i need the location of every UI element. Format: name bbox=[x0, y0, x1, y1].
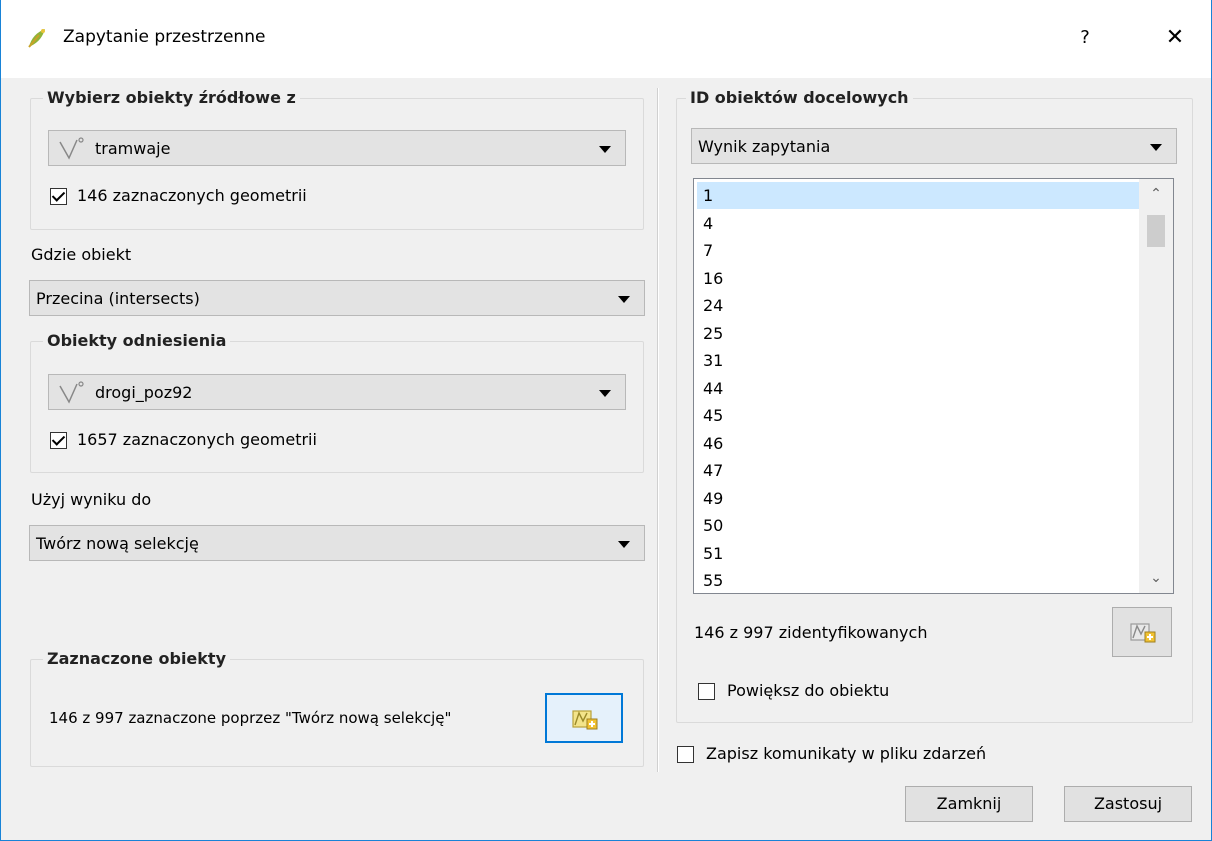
list-item[interactable]: 7 bbox=[697, 237, 1139, 264]
target-ids-source-combo[interactable]: Wynik zapytania bbox=[691, 128, 1177, 164]
selected-features-text: 146 z 997 zaznaczone poprzez "Twórz nową… bbox=[49, 709, 452, 727]
select-features-icon bbox=[1130, 623, 1156, 643]
list-item[interactable]: 47 bbox=[697, 457, 1139, 484]
close-button[interactable]: Zamknij bbox=[905, 786, 1033, 822]
dialog-window: Zapytanie przestrzenne ? ✕ Wybierz obiek… bbox=[0, 0, 1212, 841]
reference-selected-only-checkbox[interactable] bbox=[50, 432, 67, 449]
chevron-down-icon bbox=[618, 296, 630, 303]
source-selected-only-checkbox[interactable] bbox=[50, 188, 67, 205]
window-title: Zapytanie przestrzenne bbox=[63, 27, 266, 47]
list-item[interactable]: 50 bbox=[697, 512, 1139, 539]
log-messages-checkbox[interactable] bbox=[677, 746, 694, 763]
select-identified-button[interactable] bbox=[1112, 607, 1172, 657]
target-ids-list[interactable]: 1 4 7 16 24 25 31 44 45 46 47 49 50 51 55 ⌃ ⌄ bbox=[693, 178, 1174, 594]
list-item[interactable]: 45 bbox=[697, 402, 1139, 429]
operation-combo[interactable]: Przecina (intersects) bbox=[29, 280, 645, 316]
list-item[interactable]: 24 bbox=[697, 292, 1139, 319]
list-item[interactable]: 46 bbox=[697, 430, 1139, 457]
qgis-app-icon bbox=[28, 29, 45, 48]
chevron-down-icon bbox=[1150, 144, 1162, 151]
list-item[interactable]: 31 bbox=[697, 347, 1139, 374]
reference-layer-value: drogi_poz92 bbox=[95, 383, 193, 402]
chevron-down-icon bbox=[618, 541, 630, 548]
log-messages-label: Zapisz komunikaty w pliku zdarzeń bbox=[706, 744, 987, 763]
result-use-value: Twórz nową selekcję bbox=[36, 534, 199, 553]
list-scrollbar[interactable]: ⌃ ⌄ bbox=[1139, 179, 1173, 593]
operation-value: Przecina (intersects) bbox=[36, 289, 200, 308]
list-item[interactable]: 16 bbox=[697, 265, 1139, 292]
reference-selected-only-label: 1657 zaznaczonych geometrii bbox=[77, 430, 317, 449]
list-item[interactable]: 25 bbox=[697, 320, 1139, 347]
chevron-down-icon bbox=[599, 146, 611, 153]
target-ids-source-value: Wynik zapytania bbox=[698, 137, 831, 156]
chevron-down-icon bbox=[599, 390, 611, 397]
title-bar: Zapytanie przestrzenne ? ✕ bbox=[1, 0, 1211, 78]
list-item[interactable]: 49 bbox=[697, 485, 1139, 512]
close-window-button[interactable]: ✕ bbox=[1153, 16, 1197, 60]
list-item[interactable]: 4 bbox=[697, 210, 1139, 237]
identified-count-text: 146 z 997 zidentyfikowanych bbox=[694, 623, 928, 642]
operation-label: Gdzie obiekt bbox=[31, 245, 132, 264]
show-selection-button[interactable] bbox=[545, 693, 623, 743]
source-layer-combo[interactable]: tramwaje bbox=[48, 130, 626, 166]
zoom-to-feature-label: Powiększ do obiektu bbox=[727, 681, 890, 700]
result-use-label: Użyj wyniku do bbox=[31, 490, 152, 509]
zoom-to-feature-checkbox[interactable] bbox=[698, 683, 715, 700]
help-button[interactable]: ? bbox=[1065, 16, 1105, 60]
result-use-combo[interactable]: Twórz nową selekcję bbox=[29, 525, 645, 561]
select-features-icon bbox=[572, 710, 598, 730]
chevron-down-icon[interactable]: ⌄ bbox=[1139, 563, 1173, 593]
apply-button[interactable]: Zastosuj bbox=[1064, 786, 1192, 822]
selected-features-group-title: Zaznaczone obiekty bbox=[43, 649, 230, 668]
list-item[interactable]: 1 bbox=[697, 182, 1139, 209]
list-item[interactable]: 44 bbox=[697, 375, 1139, 402]
chevron-up-icon[interactable]: ⌃ bbox=[1139, 179, 1173, 209]
reference-layer-combo[interactable]: drogi_poz92 bbox=[48, 374, 626, 410]
list-item[interactable]: 55 bbox=[697, 567, 1139, 593]
scrollbar-thumb[interactable] bbox=[1147, 215, 1165, 247]
source-selected-only-label: 146 zaznaczonych geometrii bbox=[77, 186, 307, 205]
list-item[interactable]: 51 bbox=[697, 540, 1139, 567]
reference-group-title: Obiekty odniesienia bbox=[43, 331, 231, 350]
source-layer-value: tramwaje bbox=[95, 139, 171, 158]
source-group-title: Wybierz obiekty źródłowe z bbox=[43, 88, 300, 107]
line-layer-icon bbox=[59, 137, 84, 160]
panel-separator bbox=[657, 88, 659, 772]
target-ids-group-title: ID obiektów docelowych bbox=[686, 88, 913, 107]
line-layer-icon bbox=[59, 381, 84, 404]
